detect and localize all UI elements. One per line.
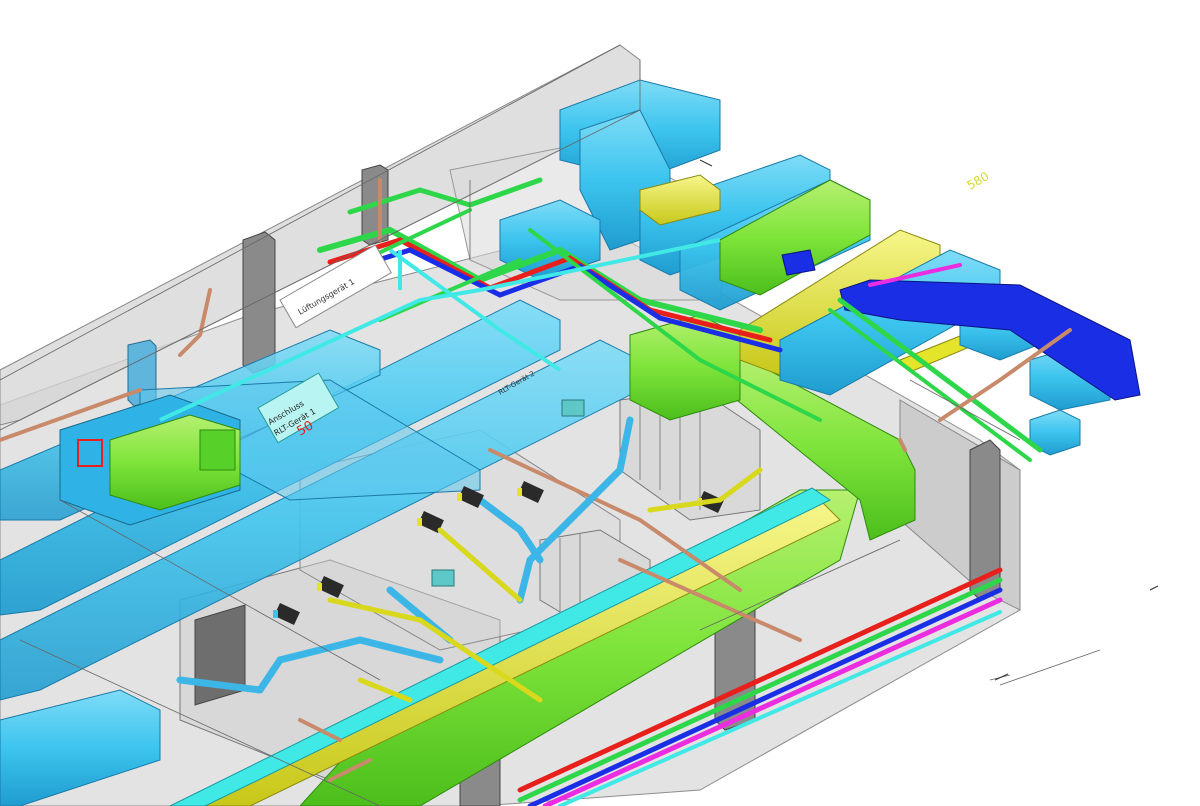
green-box: [199, 429, 236, 471]
column: [242, 231, 276, 374]
outside-air-box: [781, 249, 816, 276]
teal-box: [431, 569, 455, 587]
teal-box: [561, 399, 585, 417]
label-580: 580: [965, 169, 992, 193]
mep-isometric-model: Anschluss RLT-Gerät 1 50 Lüftungsgerät 1…: [0, 44, 1159, 806]
